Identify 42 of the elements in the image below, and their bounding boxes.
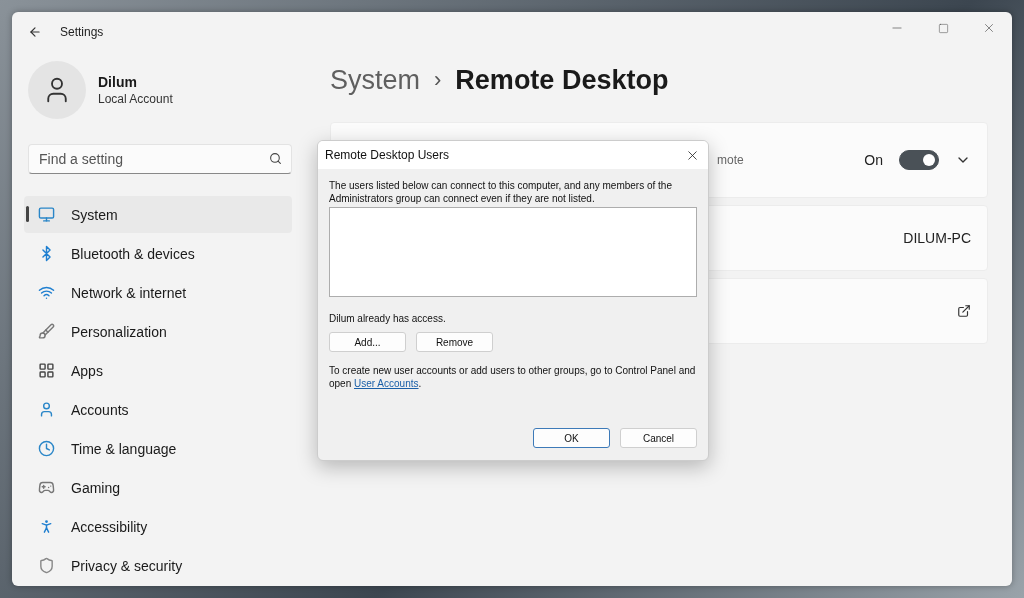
maximize-icon (937, 22, 949, 34)
breadcrumb-parent[interactable]: System (330, 64, 421, 96)
sidebar-item[interactable]: Accounts (24, 391, 292, 428)
sidebar-item[interactable]: Gaming (24, 469, 292, 506)
page-title: Remote Desktop (455, 64, 669, 96)
sidebar-item[interactable]: Network & internet (24, 274, 292, 311)
toggle-state-label: On (864, 152, 883, 168)
external-link-icon[interactable] (957, 304, 971, 318)
shield-icon (38, 557, 55, 574)
account-type: Local Account (98, 92, 173, 106)
gamepad-icon (38, 479, 55, 496)
search-icon[interactable] (269, 152, 282, 165)
dialog-button[interactable]: OK (533, 428, 610, 448)
window-title: Settings (60, 25, 105, 39)
user-accounts-link[interactable]: User Accounts (354, 378, 419, 389)
help-text: To create new user accounts or add users to other groups, go to Control Panel and open User Accounts. (329, 364, 697, 390)
person-icon (38, 401, 55, 418)
close-icon (982, 21, 996, 35)
intro-text: The users listed below can connect to this computer, and any members of the Administrators group can connect even if they are not listed. (329, 179, 673, 205)
sidebar-item[interactable]: Accessibility (24, 508, 292, 545)
breadcrumb-separator: › (434, 67, 442, 93)
dialog-title: Remote Desktop Users (325, 148, 451, 162)
dialog-button[interactable]: Cancel (620, 428, 697, 448)
clock-icon (38, 440, 55, 457)
user-name: Dilum (98, 74, 138, 90)
wifi-icon (38, 284, 55, 301)
search-field[interactable]: Find a setting (28, 144, 292, 174)
sidebar-item[interactable]: Privacy & security (24, 547, 292, 584)
sidebar-item[interactable]: Personalization (24, 313, 292, 350)
pc-name: DILUM-PC (903, 230, 971, 246)
sidebar-item[interactable]: Bluetooth & devices (24, 235, 292, 272)
monitor-icon (38, 206, 55, 223)
card-description: mote (717, 153, 745, 167)
brush-icon (38, 323, 55, 340)
toggle-switch[interactable] (899, 150, 939, 170)
sidebar-item[interactable]: Apps (24, 352, 292, 389)
sidebar-item[interactable]: Time & language (24, 430, 292, 467)
sidebar-item[interactable]: System (24, 196, 292, 233)
access-status: Dilum already has access. (329, 313, 447, 324)
dialog-button[interactable]: Add... (329, 332, 406, 352)
dialog-button[interactable]: Remove (416, 332, 493, 352)
grid-icon (38, 362, 55, 379)
